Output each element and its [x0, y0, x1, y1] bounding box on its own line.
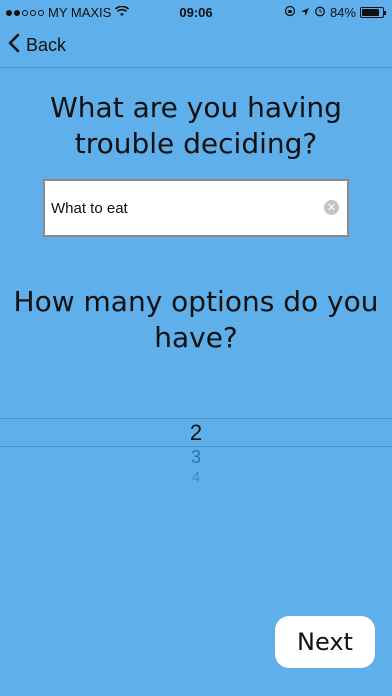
decision-question: What are you having trouble deciding? [50, 91, 342, 160]
options-count-picker[interactable]: 2 3 4 [0, 416, 392, 488]
next-button[interactable]: Next [275, 616, 375, 668]
orientation-lock-icon [284, 5, 296, 20]
picker-selection-top-line [0, 418, 392, 419]
decision-input[interactable] [51, 181, 321, 235]
decision-input-field: ✕ [43, 179, 349, 237]
picker-item-next-2[interactable]: 4 [0, 469, 392, 486]
options-question: How many options do you have? [13, 285, 379, 354]
picker-item-next[interactable]: 3 [0, 447, 392, 468]
clear-text-icon[interactable]: ✕ [324, 200, 339, 215]
battery-icon [360, 7, 386, 18]
navigation-bar: Back [0, 26, 392, 68]
back-label: Back [26, 35, 67, 55]
battery-percent: 84% [329, 5, 356, 20]
status-right: 84% [284, 5, 386, 20]
chevron-left-icon [8, 33, 20, 58]
location-icon [300, 5, 310, 20]
back-button[interactable]: Back [8, 33, 66, 58]
alarm-icon [314, 5, 326, 20]
status-bar: MY MAXIS 09:06 84% [0, 0, 392, 26]
picker-item-selected[interactable]: 2 [0, 420, 392, 446]
